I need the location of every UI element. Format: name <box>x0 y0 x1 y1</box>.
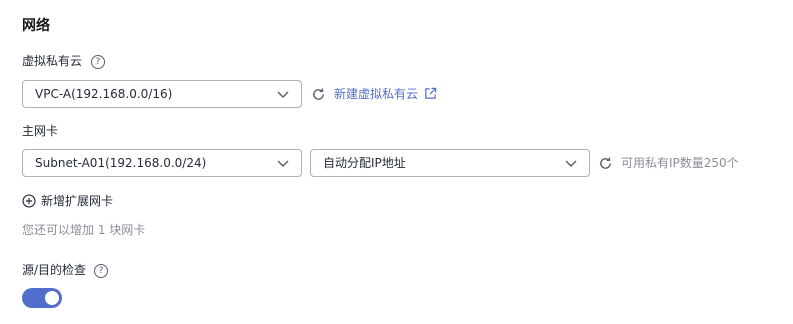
toggle-knob <box>45 291 59 305</box>
vpc-label: 虚拟私有云 <box>22 54 83 68</box>
refresh-icon[interactable] <box>311 87 326 102</box>
ip-assignment-select[interactable]: 自动分配IP地址 <box>310 149 590 177</box>
nic-label: 主网卡 <box>22 124 59 138</box>
source-dest-check-label: 源/目的检查 <box>22 263 87 277</box>
vpc-select[interactable]: VPC-A(192.168.0.0/16) <box>22 80 302 108</box>
source-dest-check-toggle[interactable] <box>22 288 62 308</box>
create-vpc-link[interactable]: 新建虚拟私有云 <box>334 85 418 103</box>
available-ip-count: 可用私有IP数量250个 <box>621 156 739 170</box>
refresh-icon[interactable] <box>598 156 613 171</box>
subnet-select[interactable]: Subnet-A01(192.168.0.0/24) <box>22 149 302 177</box>
chevron-down-icon <box>277 160 289 167</box>
source-dest-check-help-icon[interactable]: ? <box>94 264 108 278</box>
external-link-icon[interactable] <box>424 87 437 100</box>
vpc-help-icon[interactable]: ? <box>91 55 105 69</box>
ip-assignment-value: 自动分配IP地址 <box>323 156 406 170</box>
vpc-select-value: VPC-A(192.168.0.0/16) <box>35 87 173 101</box>
chevron-down-icon <box>277 91 289 98</box>
subnet-select-value: Subnet-A01(192.168.0.0/24) <box>35 156 207 170</box>
section-title: 网络 <box>22 18 50 34</box>
add-nic-hint: 您还可以增加 1 块网卡 <box>22 223 146 237</box>
add-circle-icon[interactable] <box>22 194 36 208</box>
add-nic-button[interactable]: 新增扩展网卡 <box>41 192 113 210</box>
chevron-down-icon <box>565 160 577 167</box>
